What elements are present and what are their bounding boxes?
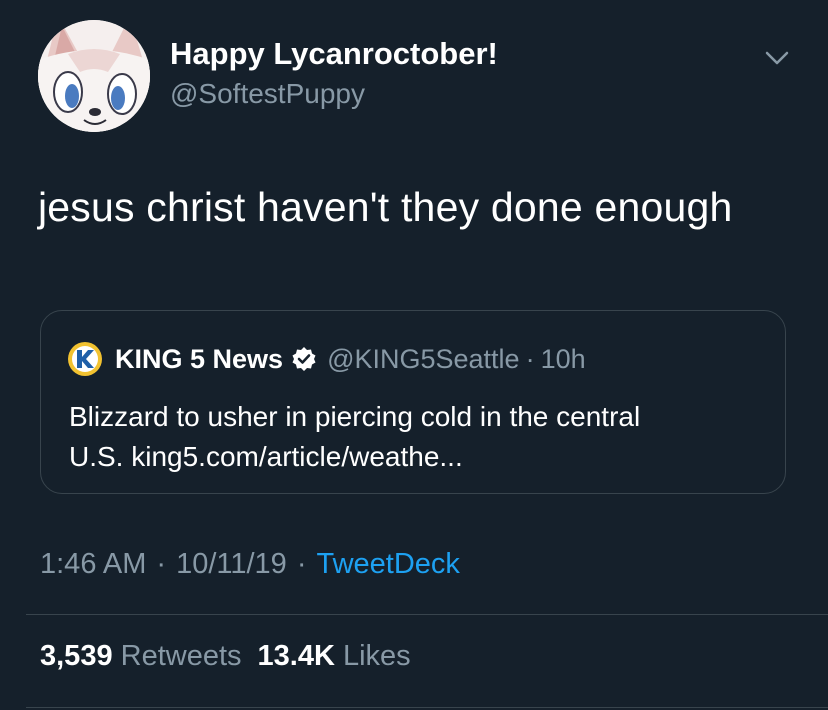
tweet-source-link[interactable]: TweetDeck [316, 548, 459, 580]
quoted-tweet-time: 10h [540, 343, 586, 374]
likes-count: 13.4K [257, 640, 335, 672]
divider [26, 707, 828, 708]
lycanroc-avatar-icon [38, 20, 150, 132]
tweet-date[interactable]: 10/11/19 [176, 548, 287, 580]
tweet-stats: 3,539 Retweets 13.4K Likes [40, 640, 411, 673]
quoted-tweet-separator: · [525, 343, 535, 374]
retweets-count: 3,539 [40, 640, 113, 672]
tweet-time[interactable]: 1:46 AM [40, 548, 146, 580]
avatar[interactable] [38, 20, 150, 132]
quoted-tweet-handle[interactable]: @KING5Seattle [327, 344, 520, 375]
user-display-name[interactable]: Happy Lycanroctober! [170, 36, 498, 72]
tweet-meta: 1:46 AM · 10/11/19 · TweetDeck [40, 548, 460, 581]
quoted-tweet-header: KING 5 News @KING5Seattle · 10h [67, 341, 586, 377]
quoted-tweet-card[interactable]: KING 5 News @KING5Seattle · 10h Blizzard… [40, 310, 786, 494]
quoted-tweet-text-line-1: Blizzard to usher in piercing cold in th… [69, 401, 641, 432]
quoted-tweet-text: Blizzard to usher in piercing cold in th… [69, 397, 769, 477]
divider [26, 614, 828, 615]
quoted-tweet-name[interactable]: KING 5 News [115, 344, 283, 375]
likes-label: Likes [342, 640, 411, 672]
retweets-stat[interactable]: 3,539 Retweets [40, 640, 242, 672]
meta-separator: · [156, 548, 167, 580]
verified-badge-icon [292, 347, 316, 371]
king5-logo-icon [68, 342, 102, 376]
user-handle[interactable]: @SoftestPuppy [170, 78, 365, 110]
tweet-text: jesus christ haven't they done enough [38, 184, 733, 230]
quoted-tweet-text-line-2: U.S. king5.com/article/weathe... [69, 441, 463, 472]
meta-separator: · [296, 548, 307, 580]
chevron-down-icon[interactable] [764, 48, 790, 68]
likes-stat[interactable]: 13.4K Likes [258, 640, 411, 672]
retweets-label: Retweets [120, 640, 242, 672]
